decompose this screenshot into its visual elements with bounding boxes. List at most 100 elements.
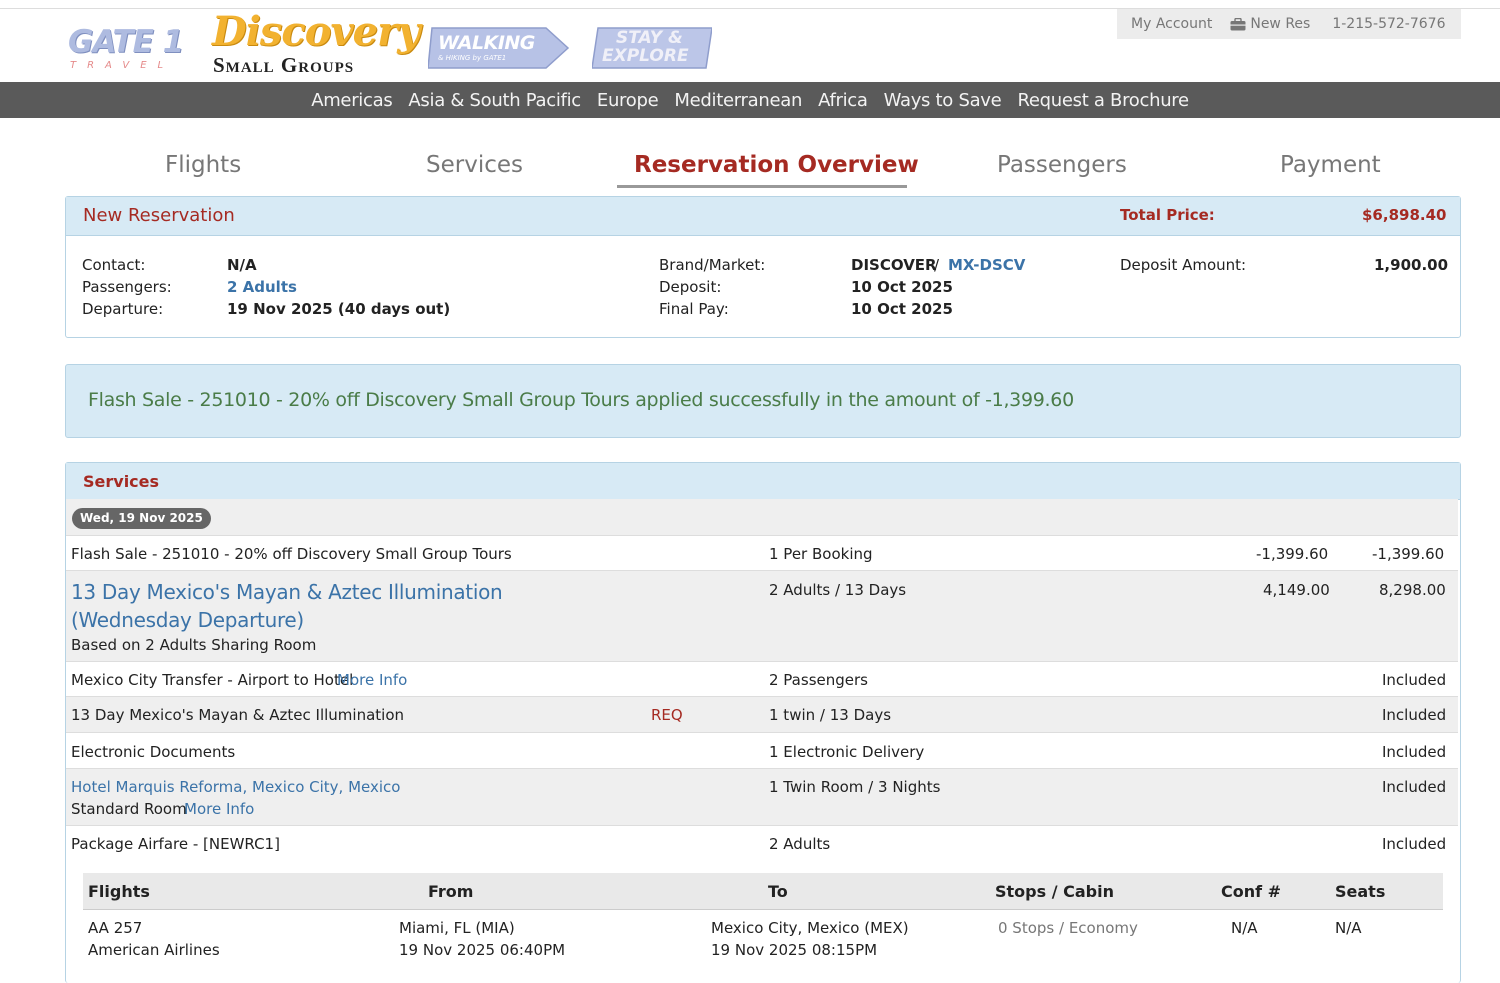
- service-total: 8,298.00: [1379, 581, 1446, 599]
- walking-logo[interactable]: WALKING & HIKING by GATE1: [428, 26, 570, 70]
- brand-value: DISCOVER: [851, 256, 937, 274]
- flight-seats: N/A: [1335, 919, 1362, 937]
- service-name: Package Airfare - [NEWRC1]: [71, 835, 280, 853]
- service-total: -1,399.60: [1372, 545, 1445, 563]
- main-nav: Americas Asia & South Pacific Europe Med…: [0, 82, 1500, 118]
- contact-label: Contact:: [82, 256, 146, 274]
- service-name: Electronic Documents: [71, 743, 236, 761]
- discovery-logo[interactable]: Discovery Small Groups: [212, 8, 420, 78]
- nav-ways-to-save[interactable]: Ways to Save: [884, 90, 1002, 111]
- more-info-link[interactable]: More Info: [184, 800, 254, 818]
- new-res-label: New Res: [1250, 16, 1311, 32]
- deposit-value: 10 Oct 2025: [851, 278, 953, 296]
- col-flights: Flights: [88, 882, 150, 901]
- flash-sale-alert: Flash Sale - 251010 - 20% off Discovery …: [65, 364, 1461, 438]
- tour-link[interactable]: 13 Day Mexico's Mayan & Aztec Illuminati…: [71, 578, 591, 634]
- service-unit-price: 4,149.00: [1263, 581, 1330, 599]
- market-link[interactable]: MX-DSCV: [948, 256, 1025, 274]
- account-bar: My Account New Res 1-215-572-7676: [1117, 9, 1461, 39]
- nav-mediterranean[interactable]: Mediterranean: [674, 90, 802, 111]
- passengers-link[interactable]: 2 Adults: [227, 278, 297, 296]
- gate1-logo-subtext: TRAVEL: [70, 60, 175, 71]
- passengers-label: Passengers:: [82, 278, 172, 296]
- nav-europe[interactable]: Europe: [597, 90, 659, 111]
- service-total: Included: [1382, 706, 1447, 724]
- service-qty: 1 Per Booking: [769, 545, 873, 563]
- service-qty: 1 Twin Room / 3 Nights: [769, 778, 941, 796]
- walking-logo-subtext: & HIKING by GATE1: [438, 54, 507, 62]
- deposit-amount-label: Deposit Amount:: [1120, 256, 1247, 274]
- date-group-row: [66, 499, 1458, 535]
- service-qty: 1 Electronic Delivery: [769, 743, 925, 761]
- flight-from-time: 19 Nov 2025 06:40PM: [399, 941, 566, 959]
- service-total: Included: [1382, 743, 1447, 761]
- tab-flights[interactable]: Flights: [165, 152, 241, 178]
- walking-logo-text: WALKING: [438, 32, 535, 54]
- deposit-label: Deposit:: [659, 278, 722, 296]
- explore-logo-text: EXPLORE: [602, 46, 689, 66]
- deposit-amount-value: 1,900.00: [1374, 256, 1449, 274]
- service-total: Included: [1382, 835, 1447, 853]
- service-qty: 1 twin / 13 Days: [769, 706, 892, 724]
- total-price-label: Total Price:: [1120, 206, 1215, 224]
- phone-number: 1-215-572-7676: [1332, 16, 1446, 32]
- service-row: [66, 732, 1458, 769]
- tab-passengers[interactable]: Passengers: [997, 152, 1127, 178]
- service-name: Mexico City Transfer - Airport to Hotel: [71, 671, 354, 689]
- nav-request-brochure[interactable]: Request a Brochure: [1017, 90, 1189, 111]
- nav-africa[interactable]: Africa: [818, 90, 868, 111]
- service-subtext: Standard Room: [71, 800, 187, 818]
- flight-to: Mexico City, Mexico (MEX): [711, 919, 909, 937]
- flight-airline: American Airlines: [88, 941, 220, 959]
- nav-americas[interactable]: Americas: [311, 90, 393, 111]
- stay-explore-logo[interactable]: STAY & EXPLORE: [592, 26, 712, 70]
- total-price-value: $6,898.40: [1362, 206, 1447, 224]
- col-conf: Conf #: [1221, 882, 1282, 901]
- departure-value: 19 Nov 2025 (40 days out): [227, 300, 451, 318]
- col-from: From: [428, 882, 474, 901]
- final-pay-value: 10 Oct 2025: [851, 300, 953, 318]
- discovery-logo-subtext: Small Groups: [213, 53, 355, 77]
- brand-market-label: Brand/Market:: [659, 256, 766, 274]
- final-pay-label: Final Pay:: [659, 300, 729, 318]
- reservation-title: New Reservation: [83, 205, 235, 226]
- flight-stops-cabin: 0 Stops / Economy: [998, 919, 1138, 937]
- gate1-logo[interactable]: GATE 1 TRAVEL: [66, 24, 196, 74]
- service-name: Flash Sale - 251010 - 20% off Discovery …: [71, 545, 512, 563]
- services-title: Services: [83, 472, 160, 491]
- active-tab-indicator: [617, 185, 907, 188]
- more-info-link[interactable]: More Info: [337, 671, 407, 689]
- briefcase-icon: [1230, 17, 1246, 30]
- discovery-logo-text: Discovery: [212, 8, 420, 55]
- tab-reservation-overview[interactable]: Reservation Overview: [634, 152, 919, 178]
- tab-services[interactable]: Services: [426, 152, 523, 178]
- hotel-link[interactable]: Hotel Marquis Reforma, Mexico City, Mexi…: [71, 778, 400, 796]
- status-badge: REQ: [651, 706, 683, 724]
- tab-payment[interactable]: Payment: [1280, 152, 1381, 178]
- service-qty: 2 Adults: [769, 835, 831, 853]
- flash-sale-message: Flash Sale - 251010 - 20% off Discovery …: [88, 389, 1074, 411]
- service-name: 13 Day Mexico's Mayan & Aztec Illuminati…: [71, 706, 405, 724]
- service-total: Included: [1382, 778, 1447, 796]
- flight-from: Miami, FL (MIA): [399, 919, 515, 937]
- services-header: [66, 463, 1460, 500]
- service-total: Included: [1382, 671, 1447, 689]
- new-res-link[interactable]: New Res: [1230, 16, 1310, 32]
- stay-logo-text: STAY &: [616, 28, 683, 48]
- reservation-summary-header: [66, 197, 1460, 236]
- col-stops-cabin: Stops / Cabin: [995, 882, 1114, 901]
- service-unit-price: -1,399.60: [1256, 545, 1329, 563]
- col-to: To: [768, 882, 788, 901]
- nav-asia-south-pacific[interactable]: Asia & South Pacific: [408, 90, 581, 111]
- my-account-link[interactable]: My Account: [1131, 16, 1212, 32]
- contact-value: N/A: [227, 256, 257, 274]
- service-qty: 2 Passengers: [769, 671, 868, 689]
- brand-separator: /: [934, 256, 940, 274]
- service-subtext: Based on 2 Adults Sharing Room: [71, 636, 317, 654]
- service-qty: 2 Adults / 13 Days: [769, 581, 907, 599]
- departure-label: Departure:: [82, 300, 164, 318]
- gate1-logo-text: GATE 1: [68, 24, 184, 60]
- flight-number: AA 257: [88, 919, 143, 937]
- flight-conf: N/A: [1231, 919, 1258, 937]
- service-row: [66, 768, 1458, 826]
